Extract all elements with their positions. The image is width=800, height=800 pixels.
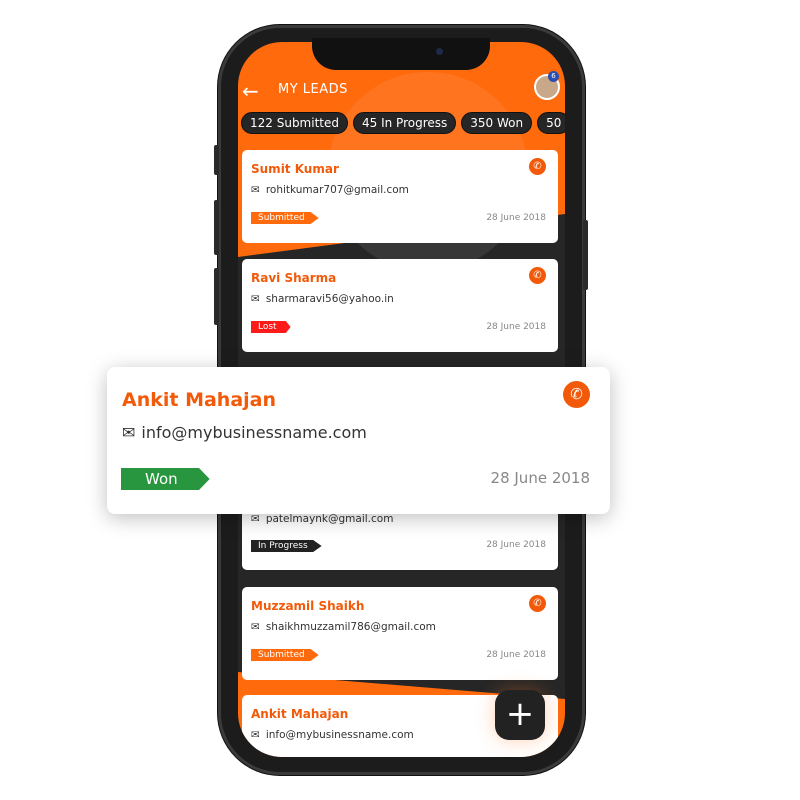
lead-name: Muzzamil Shaikh [251, 599, 365, 613]
lead-card[interactable]: Ravi Sharma ✆ ✉ sharmaravi56@yahoo.in Los… [242, 259, 558, 352]
power-button [583, 220, 588, 290]
phone-notch [312, 38, 490, 70]
lead-card[interactable]: Muzzamil Shaikh ✆ ✉ shaikhmuzzamil786@gma… [242, 587, 558, 680]
volume-down-button [214, 268, 219, 325]
chip-won[interactable]: 350 Won [461, 112, 533, 134]
notification-badge: 6 [548, 71, 559, 82]
lead-email: rohitkumar707@gmail.com [265, 184, 409, 196]
status-filter-chips: 122 Submitted 45 In Progress 350 Won 50 [241, 112, 565, 134]
lead-name: Ravi Sharma [251, 271, 337, 285]
arrow-left-icon[interactable]: ← [242, 79, 259, 103]
lead-date: 28 June 2018 [490, 469, 590, 487]
status-badge: Won [121, 468, 210, 490]
status-badge: In Progress [251, 540, 322, 552]
mail-icon: ✉ [251, 184, 260, 196]
page-title: MY LEADS [278, 82, 348, 97]
lead-name: Sumit Kumar [251, 162, 339, 176]
lead-email: sharmaravi56@yahoo.in [265, 293, 394, 305]
lead-email: info@mybusinessname.com [265, 729, 414, 741]
chip-submitted[interactable]: 122 Submitted [241, 112, 348, 134]
camera [436, 48, 443, 55]
mail-icon: ✉ [251, 293, 260, 305]
phone-icon[interactable]: ✆ [529, 267, 546, 284]
chip-lost[interactable]: 50 [537, 112, 565, 134]
status-badge: Lost [251, 321, 291, 333]
lead-date: 28 June 2018 [486, 540, 546, 550]
lead-email: patelmaynk@gmail.com [265, 513, 394, 525]
lead-date: 28 June 2018 [486, 650, 546, 660]
mail-icon: ✉ [122, 423, 136, 442]
mute-switch [214, 145, 219, 175]
phone-icon[interactable]: ✆ [529, 595, 546, 612]
lead-name: Ankit Mahajan [251, 707, 349, 721]
lead-email: shaikhmuzzamil786@gmail.com [265, 621, 436, 633]
volume-up-button [214, 200, 219, 255]
mail-icon: ✉ [251, 513, 260, 525]
phone-icon[interactable]: ✆ [529, 158, 546, 175]
phone-icon[interactable]: ✆ [563, 381, 590, 408]
lead-name: Ankit Mahajan [122, 389, 277, 411]
featured-lead-card[interactable]: Ankit Mahajan ✆ ✉ info@mybusinessname.com… [107, 367, 610, 514]
chip-in-progress[interactable]: 45 In Progress [353, 112, 457, 134]
status-badge: Submitted [251, 212, 319, 224]
lead-email: info@mybusinessname.com [141, 423, 367, 442]
mail-icon: ✉ [251, 729, 260, 741]
add-lead-button[interactable]: + [495, 690, 545, 740]
lead-date: 28 June 2018 [486, 322, 546, 332]
app-header: ← MY LEADS 6 [238, 71, 565, 107]
status-badge: Submitted [251, 649, 319, 661]
lead-card[interactable]: Sumit Kumar ✆ ✉ rohitkumar707@gmail.com S… [242, 150, 558, 243]
mail-icon: ✉ [251, 621, 260, 633]
lead-date: 28 June 2018 [486, 213, 546, 223]
